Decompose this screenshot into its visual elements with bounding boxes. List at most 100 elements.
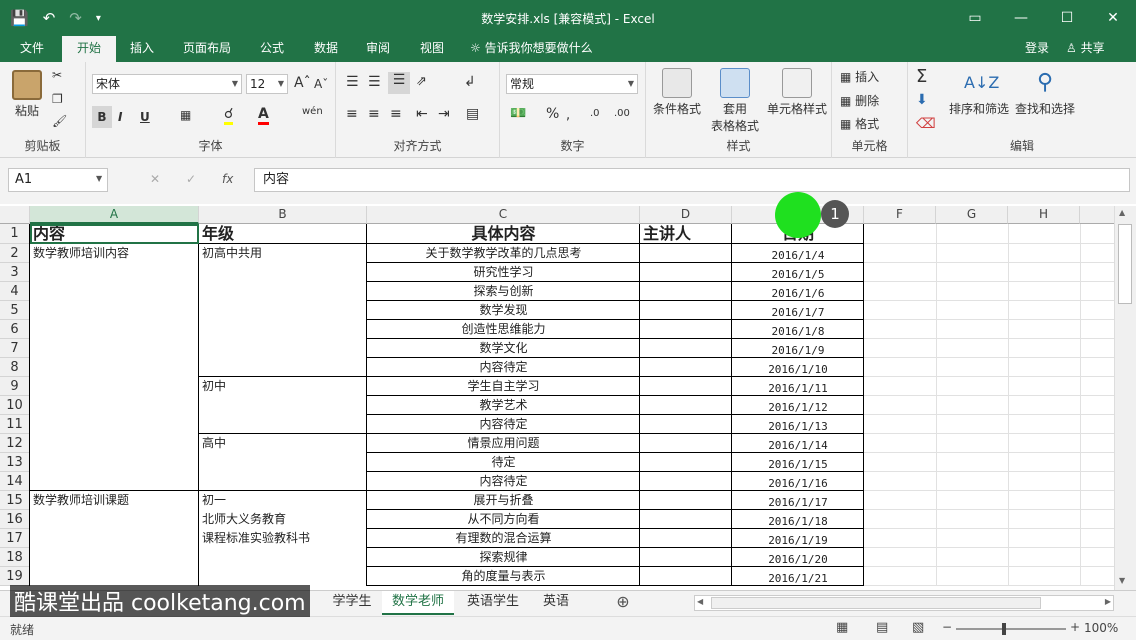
scroll-up-icon[interactable]: ▲ <box>1119 208 1125 217</box>
row-header[interactable]: 4 <box>0 282 30 301</box>
tab-review[interactable]: 审阅 <box>358 36 398 62</box>
cell-topic[interactable]: 学生自主学习 <box>367 377 640 396</box>
sheet-tab-3[interactable]: 英语学生 <box>458 591 528 615</box>
zoom-in-icon[interactable]: + <box>1070 620 1080 634</box>
login-link[interactable]: 登录 <box>1025 36 1049 60</box>
horizontal-scrollbar[interactable]: ◀ ▶ <box>694 595 1114 611</box>
cell-date[interactable]: 2016/1/14 <box>732 434 864 453</box>
increase-decimal-icon[interactable]: .0 <box>590 108 600 119</box>
row-header[interactable]: 9 <box>0 377 30 396</box>
row-header[interactable]: 12 <box>0 434 30 453</box>
paste-button[interactable]: 粘贴 <box>8 70 46 119</box>
cell-topic[interactable]: 关于数学教学改革的几点思考 <box>367 244 640 263</box>
cell-grade-standard[interactable]: 课程标准实验教科书 <box>199 529 367 548</box>
format-cells-button[interactable]: ▦ 格式 <box>840 115 879 132</box>
copy-icon[interactable]: ❐ <box>52 92 63 106</box>
wrap-text-icon[interactable]: ↲ <box>464 74 476 90</box>
row-header[interactable]: 11 <box>0 415 30 434</box>
column-header-c[interactable]: C <box>367 206 640 224</box>
zoom-out-icon[interactable]: − <box>942 620 952 634</box>
cell-topic[interactable]: 探索规律 <box>367 548 640 567</box>
cell-training-content[interactable]: 数学教师培训内容 <box>30 244 199 263</box>
align-middle-icon[interactable]: ☰ <box>368 74 381 90</box>
row-header[interactable]: 7 <box>0 339 30 358</box>
cell-date[interactable]: 2016/1/10 <box>732 358 864 377</box>
bold-button[interactable]: B <box>92 106 112 128</box>
column-header-g[interactable]: G <box>936 206 1008 224</box>
page-layout-view-icon[interactable]: ▤ <box>876 620 888 635</box>
cell-date[interactable]: 2016/1/6 <box>732 282 864 301</box>
borders-icon[interactable]: ▦ <box>180 108 191 122</box>
tell-me-box[interactable]: ☼ 告诉我你想要做什么 <box>470 36 593 62</box>
tab-view[interactable]: 视图 <box>412 36 452 62</box>
accounting-format-icon[interactable]: 💵 <box>510 106 526 121</box>
row-header[interactable]: 15 <box>0 491 30 510</box>
column-header-b[interactable]: B <box>199 206 367 224</box>
cell-topic[interactable]: 展开与折叠 <box>367 491 640 510</box>
row-header[interactable]: 8 <box>0 358 30 377</box>
maximize-button[interactable]: ☐ <box>1044 0 1090 36</box>
cell-grade-textbook[interactable]: 北师大义务教育 <box>199 510 367 529</box>
cell-date[interactable]: 2016/1/7 <box>732 301 864 320</box>
cell-date[interactable]: 2016/1/4 <box>732 244 864 263</box>
new-sheet-icon[interactable]: ⊕ <box>612 591 634 615</box>
cell-topic[interactable]: 内容待定 <box>367 415 640 434</box>
cell-topic[interactable]: 待定 <box>367 453 640 472</box>
cell-topic[interactable]: 内容待定 <box>367 358 640 377</box>
cell-topic[interactable]: 情景应用问题 <box>367 434 640 453</box>
cell-topic[interactable]: 创造性思维能力 <box>367 320 640 339</box>
phonetic-icon[interactable]: wén <box>302 106 323 117</box>
cell-date[interactable]: 2016/1/12 <box>732 396 864 415</box>
fill-color-icon[interactable]: ☌ <box>224 106 234 125</box>
cell-grade-shared[interactable]: 初高中共用 <box>199 244 367 263</box>
row-header[interactable]: 3 <box>0 263 30 282</box>
normal-view-icon[interactable]: ▦ <box>836 620 848 635</box>
align-left-icon[interactable]: ≡ <box>346 106 358 122</box>
cell-training-topic[interactable]: 数学教师培训课题 <box>30 491 199 510</box>
number-format-select[interactable]: 常规 ▼ <box>506 74 638 94</box>
scroll-thumb[interactable] <box>1118 224 1132 304</box>
row-header[interactable]: 5 <box>0 301 30 320</box>
tab-home[interactable]: 开始 <box>62 36 116 62</box>
cell-date[interactable]: 2016/1/18 <box>732 510 864 529</box>
row-header[interactable]: 16 <box>0 510 30 529</box>
insert-cells-button[interactable]: ▦ 插入 <box>840 68 879 85</box>
column-header-d[interactable]: D <box>640 206 732 224</box>
cell-grade-senior[interactable]: 高中 <box>199 434 367 453</box>
cell-topic[interactable]: 探索与创新 <box>367 282 640 301</box>
tab-data[interactable]: 数据 <box>306 36 346 62</box>
name-box[interactable]: A1 <box>8 168 108 192</box>
header-cell-grade[interactable]: 年级 <box>199 224 367 244</box>
cell-date[interactable]: 2016/1/9 <box>732 339 864 358</box>
chevron-down-icon[interactable]: ▼ <box>96 174 102 183</box>
orientation-icon[interactable]: ⇗ <box>416 74 427 89</box>
cell-topic[interactable]: 教学艺术 <box>367 396 640 415</box>
increase-indent-icon[interactable]: ⇥ <box>438 106 450 122</box>
row-header[interactable]: 14 <box>0 472 30 491</box>
font-name-select[interactable]: 宋体 ▼ <box>92 74 242 94</box>
format-painter-icon[interactable]: 🖌 <box>52 114 67 128</box>
sheet-tab-2[interactable]: 数学老师 <box>382 591 454 615</box>
decrease-font-icon[interactable]: Aˇ <box>314 77 328 91</box>
enter-icon[interactable]: ✓ <box>186 172 196 186</box>
tab-file[interactable]: 文件 <box>10 36 54 62</box>
cell-topic[interactable]: 数学发现 <box>367 301 640 320</box>
row-header[interactable]: 10 <box>0 396 30 415</box>
zoom-slider-thumb[interactable] <box>1002 623 1006 635</box>
cell-topic[interactable]: 有理数的混合运算 <box>367 529 640 548</box>
header-cell-topic[interactable]: 具体内容 <box>367 224 640 244</box>
scroll-left-icon[interactable]: ◀ <box>697 597 703 606</box>
cut-icon[interactable]: ✂ <box>52 68 62 82</box>
sheet-tab-1[interactable]: 学学生 <box>326 591 378 615</box>
format-as-table-button[interactable]: 套用 表格格式 <box>704 68 766 134</box>
italic-button[interactable]: I <box>118 106 122 128</box>
cell-topic[interactable]: 角的度量与表示 <box>367 567 640 586</box>
row-header[interactable]: 13 <box>0 453 30 472</box>
font-color-icon[interactable]: A <box>258 106 269 125</box>
align-right-icon[interactable]: ≡ <box>390 106 402 122</box>
ribbon-display-options-icon[interactable]: ▭ <box>952 0 998 36</box>
cell-grade-7[interactable]: 初一 <box>199 491 367 510</box>
select-all-corner[interactable] <box>0 206 30 224</box>
sort-filter-button[interactable]: A↓Z 排序和筛选 <box>946 68 1012 117</box>
cell-date[interactable]: 2016/1/11 <box>732 377 864 396</box>
